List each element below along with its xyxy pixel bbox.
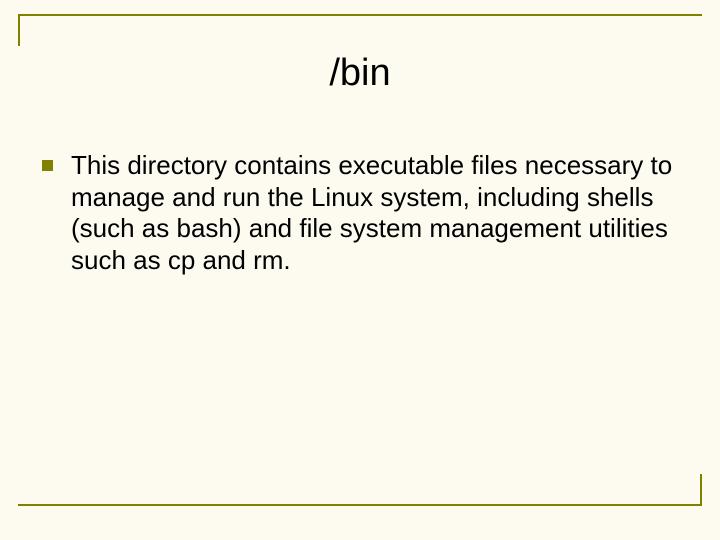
list-item: This directory contains executable files… bbox=[42, 150, 678, 277]
bullet-text: This directory contains executable files… bbox=[71, 150, 678, 277]
bottom-rule-tick bbox=[700, 474, 702, 506]
slide-body: This directory contains executable files… bbox=[42, 150, 678, 277]
square-bullet-icon bbox=[42, 160, 53, 171]
bottom-rule bbox=[18, 504, 702, 506]
top-rule bbox=[18, 14, 702, 16]
top-rule-tick bbox=[18, 14, 20, 46]
slide: /bin This directory contains executable … bbox=[0, 0, 720, 540]
slide-title: /bin bbox=[0, 52, 720, 95]
